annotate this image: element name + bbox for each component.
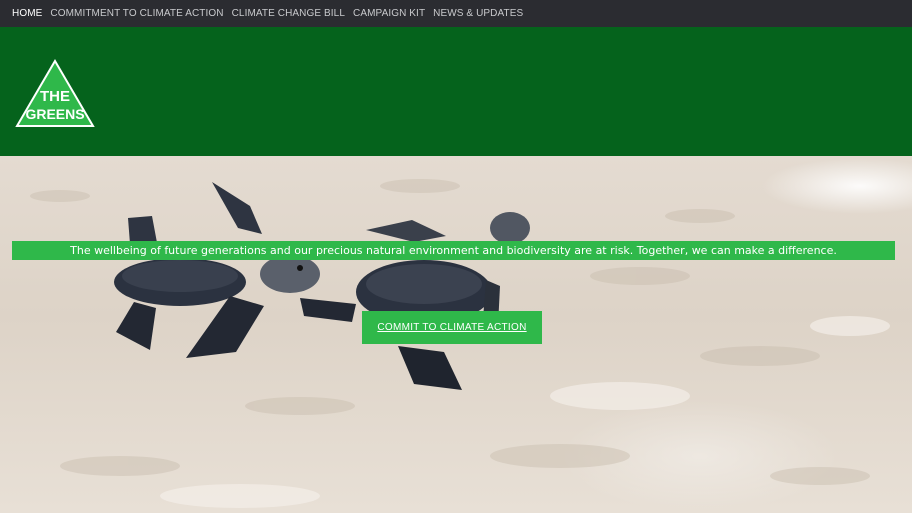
commit-to-climate-action-button[interactable]: COMMIT TO CLIMATE ACTION [362, 311, 542, 344]
svg-text:GREENS: GREENS [25, 106, 84, 122]
hero-tagline: The wellbeing of future generations and … [12, 241, 895, 260]
svg-text:THE: THE [40, 88, 70, 105]
greens-logo[interactable]: THE GREENS [15, 59, 95, 129]
hero-banner: The wellbeing of future generations and … [0, 156, 912, 513]
nav-climate-change-bill[interactable]: CLIMATE CHANGE BILL [232, 8, 345, 19]
left-turtle [114, 182, 320, 358]
nav-commitment-to-climate-action[interactable]: COMMITMENT TO CLIMATE ACTION [50, 8, 223, 19]
nav-campaign-kit[interactable]: CAMPAIGN KIT [353, 8, 425, 19]
greens-logo-icon: THE GREENS [15, 59, 95, 127]
right-turtle [300, 212, 530, 390]
nav-news-updates[interactable]: NEWS & UPDATES [433, 8, 523, 19]
site-header: THE GREENS [0, 27, 912, 156]
nav-home[interactable]: HOME [12, 8, 42, 19]
top-navigation: HOME COMMITMENT TO CLIMATE ACTION CLIMAT… [0, 0, 912, 27]
